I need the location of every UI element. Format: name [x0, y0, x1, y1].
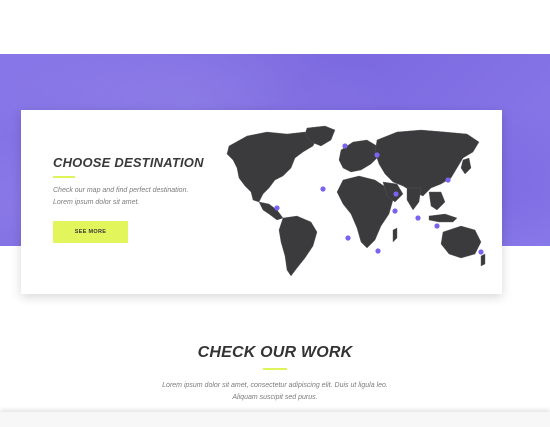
destination-text-line-1: Check our map and find perfect destinati…: [53, 187, 189, 194]
map-marker[interactable]: [478, 249, 484, 255]
destination-title-underline: [53, 176, 75, 178]
top-section-strip: [0, 0, 550, 18]
north-america-land: [226, 131, 318, 203]
work-title-underline: [263, 368, 287, 370]
madagascar-land: [392, 227, 398, 243]
work-section-title: CHECK OUR WORK: [197, 344, 353, 361]
map-marker[interactable]: [445, 177, 451, 183]
work-section-description: Lorem ipsum dolor sit amet, consectetur …: [0, 380, 550, 404]
map-marker[interactable]: [374, 152, 380, 158]
bottom-section-edge: [0, 412, 550, 427]
india-land: [406, 187, 422, 211]
map-marker[interactable]: [434, 223, 440, 229]
map-marker[interactable]: [392, 208, 398, 214]
destination-card: CHOOSE DESTINATION Check our map and fin…: [21, 110, 502, 294]
japan-land: [460, 157, 472, 175]
map-marker[interactable]: [345, 235, 351, 241]
indonesia-land: [428, 213, 458, 223]
destination-text-line-2: Lorem ipsum dolor sit amet.: [53, 199, 140, 206]
destination-description: Check our map and find perfect destinati…: [53, 185, 243, 209]
map-marker[interactable]: [415, 215, 421, 221]
map-marker[interactable]: [375, 248, 381, 254]
southeast-asia-land: [428, 191, 446, 211]
new-zealand-land: [480, 253, 486, 267]
top-spacer: [0, 18, 550, 54]
world-map[interactable]: [217, 122, 487, 280]
see-more-button[interactable]: SEE MORE: [53, 221, 128, 243]
south-america-land: [278, 215, 318, 277]
work-text-line-2: Aliquam suscipit sed purus.: [232, 394, 318, 401]
map-marker[interactable]: [320, 186, 326, 192]
australia-land: [440, 225, 482, 259]
work-text-line-1: Lorem ipsum dolor sit amet, consectetur …: [162, 382, 388, 389]
map-marker[interactable]: [274, 205, 280, 211]
map-marker[interactable]: [342, 143, 348, 149]
destination-title: CHOOSE DESTINATION: [53, 155, 204, 170]
central-america-land: [258, 201, 284, 221]
map-marker[interactable]: [393, 191, 399, 197]
